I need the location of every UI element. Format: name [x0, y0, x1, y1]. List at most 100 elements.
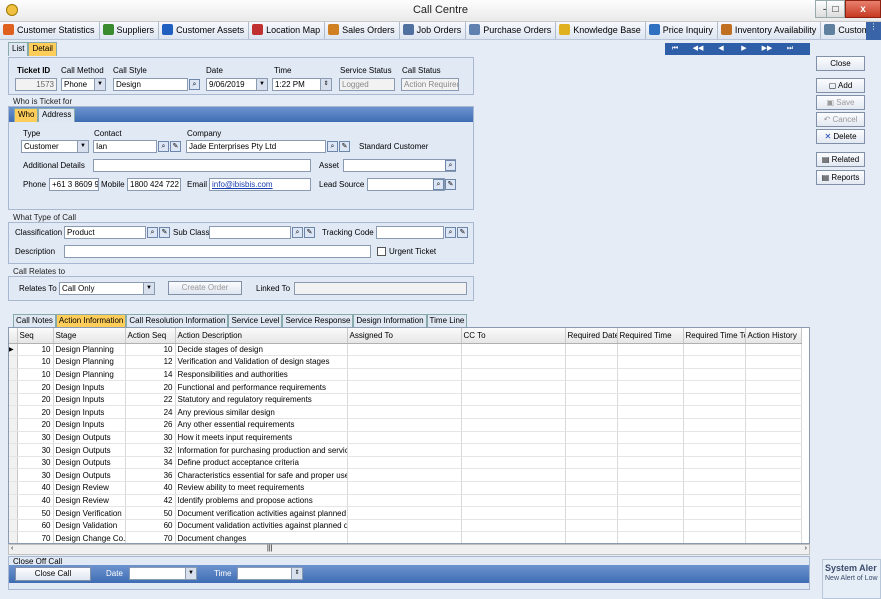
table-row[interactable]: ▶ 10 Design Planning 10 Decide stages of des…	[9, 343, 802, 357]
row-selector[interactable]	[9, 456, 18, 470]
row-selector[interactable]	[9, 468, 18, 483]
edit-icon[interactable]: ✎	[339, 141, 350, 152]
table-row[interactable]: 70 Design Change Co... 70 Document changes	[9, 531, 802, 543]
row-selector[interactable]	[9, 380, 18, 394]
scroll-thumb[interactable]: |||	[267, 545, 272, 552]
cancel-button[interactable]: ↶ Cancel	[816, 112, 865, 127]
maximize-button[interactable]: □	[826, 0, 845, 18]
time-field[interactable]: 1:22 PM ⇕	[272, 78, 332, 91]
delete-button[interactable]: ✕ Delete	[816, 129, 865, 144]
table-row[interactable]: 40 Design Review 40 Review ability to meet …	[9, 481, 802, 495]
last-record-button[interactable]: ⏭	[780, 43, 800, 55]
table-row[interactable]: 20 Design Inputs 22 Statutory and regulator…	[9, 393, 802, 407]
table-row[interactable]: 20 Design Inputs 20 Functional and performa…	[9, 380, 802, 394]
row-selector[interactable]	[9, 494, 18, 508]
save-button[interactable]: ▣ Save	[816, 95, 865, 110]
call-method-select[interactable]: Phone ▼	[61, 78, 106, 91]
column-header[interactable]: Seq	[17, 328, 54, 344]
edit-icon[interactable]: ✎	[445, 179, 456, 190]
company-field[interactable]: Jade Enterprises Pty Ltd	[186, 140, 326, 153]
classification-field[interactable]: Product	[64, 226, 146, 239]
column-header[interactable]: Action History	[745, 328, 802, 344]
row-selector[interactable]	[9, 418, 18, 432]
close-button[interactable]: Close	[816, 56, 865, 71]
row-selector[interactable]	[9, 431, 18, 445]
row-selector[interactable]	[9, 368, 18, 382]
toolbar-location-map[interactable]: Location Map	[249, 22, 326, 39]
toolbar-knowledge-base[interactable]: Knowledge Base	[556, 22, 646, 39]
row-selector[interactable]	[9, 355, 18, 369]
call-style-field[interactable]: Design	[113, 78, 188, 91]
edit-icon[interactable]: ✎	[304, 227, 315, 238]
toolbar-customer-statistics[interactable]: Customer Statistics	[0, 22, 100, 39]
table-row[interactable]: 10 Design Planning 14 Responsibilities and …	[9, 368, 802, 382]
close-time-field[interactable]: ⇕	[237, 567, 303, 580]
search-icon[interactable]: ⌕	[292, 227, 303, 238]
row-selector[interactable]	[9, 405, 18, 420]
tracking-code-field[interactable]	[376, 226, 444, 239]
tab-time-line[interactable]: Time Line	[426, 314, 468, 327]
row-selector[interactable]	[9, 506, 18, 520]
asset-field[interactable]	[343, 159, 456, 172]
search-icon[interactable]: ⌕	[147, 227, 158, 238]
table-row[interactable]: 60 Design Validation 60 Document validation…	[9, 519, 802, 533]
scroll-left-icon[interactable]: ‹	[11, 545, 13, 552]
spinner-icon[interactable]: ⇕	[291, 568, 302, 579]
date-picker[interactable]: 9/06/2019 ▼	[206, 78, 268, 91]
column-header[interactable]: Action Seq	[125, 328, 176, 344]
column-header[interactable]: CC To	[461, 328, 566, 344]
type-select[interactable]: Customer ▼	[21, 140, 89, 153]
current-row-indicator-icon[interactable]: ▶	[9, 343, 18, 357]
tab-call-resolution-information[interactable]: Call Resolution Information	[126, 314, 229, 327]
row-selector[interactable]	[9, 481, 18, 495]
tab-address[interactable]: Address	[38, 108, 76, 122]
close-window-button[interactable]: x	[845, 0, 881, 18]
column-header[interactable]: Required Time To	[683, 328, 746, 344]
toolbar-inventory-availability[interactable]: Inventory Availability	[718, 22, 822, 39]
table-row[interactable]: 50 Design Verification 50 Document verifica…	[9, 506, 802, 520]
tab-service-response[interactable]: Service Response	[282, 314, 354, 327]
tab-call-notes[interactable]: Call Notes	[13, 314, 56, 327]
mobile-field[interactable]: 1800 424 722	[127, 178, 181, 191]
close-date-picker[interactable]: ▼	[129, 567, 197, 580]
column-header[interactable]: Action Description	[175, 328, 348, 344]
first-record-button[interactable]: ⏮	[665, 43, 685, 55]
row-selector[interactable]	[9, 393, 18, 407]
toolbar-job-orders[interactable]: Job Orders	[400, 22, 467, 39]
email-field[interactable]: info@ibisbis.com	[209, 178, 311, 191]
toolbar-overflow-button[interactable]: ⋮	[866, 22, 881, 40]
edit-icon[interactable]: ✎	[170, 141, 181, 152]
table-row[interactable]: 30 Design Outputs 34 Define product accepta…	[9, 456, 802, 470]
search-icon[interactable]: ⌕	[445, 160, 456, 171]
contact-field[interactable]: Ian	[93, 140, 157, 153]
search-icon[interactable]: ⌕	[158, 141, 169, 152]
phone-field[interactable]: +61 3 8609 9511	[49, 178, 99, 191]
search-icon[interactable]: ⌕	[189, 79, 200, 90]
relates-to-select[interactable]: Call Only ▼	[59, 282, 155, 295]
prev-page-button[interactable]: ◀◀	[688, 43, 708, 55]
toolbar-customer-assets[interactable]: Customer Assets	[159, 22, 250, 39]
urgent-ticket-checkbox[interactable]	[377, 247, 386, 256]
table-row[interactable]: 40 Design Review 42 Identify problems and p…	[9, 494, 802, 508]
column-header[interactable]: Required Time	[617, 328, 684, 344]
toolbar-purchase-orders[interactable]: Purchase Orders	[466, 22, 557, 39]
row-selector[interactable]	[9, 531, 18, 543]
table-row[interactable]: 30 Design Outputs 30 How it meets input req…	[9, 431, 802, 445]
next-page-button[interactable]: ▶▶	[757, 43, 777, 55]
search-icon[interactable]: ⌕	[445, 227, 456, 238]
reports-button[interactable]: ▤ Reports	[816, 170, 865, 185]
column-header[interactable]: Assigned To	[347, 328, 462, 344]
additional-details-field[interactable]	[93, 159, 311, 172]
toolbar-sales-orders[interactable]: Sales Orders	[325, 22, 400, 39]
table-row[interactable]: 10 Design Planning 12 Verification and Vali…	[9, 355, 802, 369]
table-row[interactable]: 20 Design Inputs 26 Any other essential req…	[9, 418, 802, 432]
description-field[interactable]	[64, 245, 371, 258]
sub-class-field[interactable]	[209, 226, 291, 239]
tab-detail[interactable]: Detail	[28, 42, 57, 56]
search-icon[interactable]: ⌕	[327, 141, 338, 152]
row-selector[interactable]	[9, 443, 18, 457]
prev-record-button[interactable]: ◀	[711, 43, 731, 55]
add-button[interactable]: ▢ Add	[816, 78, 865, 93]
related-button[interactable]: ▤ Related	[816, 152, 865, 167]
horizontal-scrollbar[interactable]: ‹ ||| ›	[8, 544, 810, 555]
